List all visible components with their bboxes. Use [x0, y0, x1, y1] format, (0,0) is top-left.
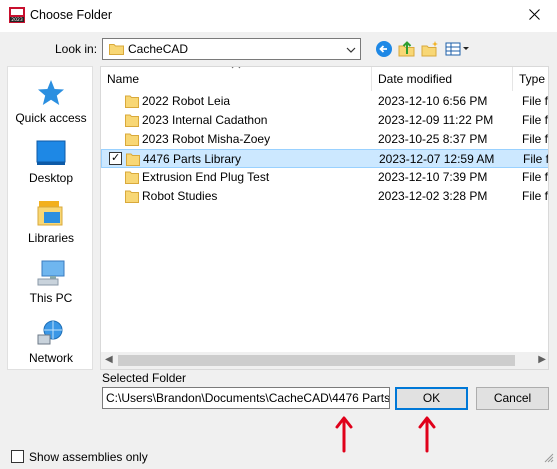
network-icon [8, 319, 94, 347]
horizontal-scrollbar[interactable]: ◀ ▶ [101, 352, 548, 369]
close-button[interactable] [511, 0, 557, 32]
places-bar: Quick access Desktop Libraries This PC N… [7, 66, 93, 370]
annotation-arrow-icon [417, 415, 437, 456]
folder-icon [125, 132, 139, 149]
column-header-date[interactable]: Date modified [372, 67, 513, 91]
file-list[interactable]: Name Date modified Type 2022 Robot Leia … [100, 66, 549, 370]
folder-date: 2023-12-09 11:22 PM [378, 113, 494, 127]
folder-row[interactable]: 2023 Robot Misha-Zoey 2023-10-25 8:37 PM… [101, 130, 549, 149]
folder-type: File fo [522, 170, 549, 184]
folder-type: File fo [522, 189, 549, 203]
window-title: Choose Folder [30, 8, 112, 22]
folder-name: 2022 Robot Leia [142, 94, 231, 108]
chevron-down-icon [346, 44, 356, 58]
place-label: Quick access [15, 111, 87, 125]
libraries-icon [8, 199, 94, 227]
folder-icon [125, 94, 139, 111]
folder-date: 2023-10-25 8:37 PM [378, 132, 488, 146]
show-assemblies-checkbox[interactable] [11, 450, 24, 463]
solidworks-2023-icon: 2023 [8, 6, 26, 24]
folder-icon [125, 170, 139, 187]
folder-row[interactable]: 2022 Robot Leia 2023-12-10 6:56 PM File … [101, 92, 549, 111]
view-menu-icon[interactable] [445, 40, 471, 58]
place-label: Network [28, 351, 73, 365]
ok-button[interactable]: OK [395, 387, 468, 410]
star-icon [8, 79, 94, 107]
folder-name: 2023 Robot Misha-Zoey [142, 132, 271, 146]
back-icon[interactable] [375, 40, 393, 58]
place-this-pc[interactable]: This PC [8, 259, 94, 305]
folder-icon [126, 152, 140, 169]
folder-icon [109, 43, 124, 58]
folder-name: Extrusion End Plug Test [142, 170, 270, 184]
place-label: Desktop [28, 171, 74, 185]
folder-row[interactable]: 2023 Internal Cadathon 2023-12-09 11:22 … [101, 111, 549, 130]
close-icon [528, 9, 540, 23]
svg-text:2023: 2023 [11, 17, 23, 23]
place-label: This PC [29, 291, 73, 305]
folder-date: 2023-12-02 3:28 PM [378, 189, 488, 203]
row-checkbox[interactable] [109, 151, 122, 165]
look-in-combo[interactable]: CacheCAD [102, 38, 361, 60]
place-libraries[interactable]: Libraries [8, 199, 94, 245]
folder-type: File fo [523, 152, 549, 166]
folder-date: 2023-12-10 7:39 PM [378, 170, 488, 184]
desktop-icon [8, 139, 94, 167]
place-label: Libraries [27, 231, 75, 245]
scroll-left-icon[interactable]: ◀ [105, 354, 113, 365]
folder-icon [125, 113, 139, 130]
folder-type: File fo [522, 113, 549, 127]
show-assemblies-label: Show assemblies only [29, 450, 148, 464]
folder-row[interactable]: Extrusion End Plug Test 2023-12-10 7:39 … [101, 168, 549, 187]
place-network[interactable]: Network [8, 319, 94, 365]
folder-name: 4476 Parts Library [143, 152, 242, 166]
selected-folder-field[interactable]: C:\Users\Brandon\Documents\CacheCAD\4476… [102, 387, 390, 409]
column-header-type[interactable]: Type [513, 67, 548, 91]
place-quick-access[interactable]: Quick access [8, 79, 94, 125]
look-in-value: CacheCAD [128, 42, 189, 56]
column-header-name[interactable]: Name [101, 67, 372, 91]
folder-row-selected[interactable]: 4476 Parts Library 2023-12-07 12:59 AM F… [101, 149, 549, 169]
folder-date: 2023-12-07 12:59 AM [379, 152, 495, 166]
new-folder-icon[interactable] [421, 40, 439, 58]
folder-date: 2023-12-10 6:56 PM [378, 94, 488, 108]
resize-grip-icon[interactable] [544, 452, 554, 466]
folder-name: 2023 Internal Cadathon [142, 113, 268, 127]
scrollbar-thumb[interactable] [118, 355, 515, 366]
folder-type: File fo [522, 94, 549, 108]
folder-row[interactable]: Robot Studies 2023-12-02 3:28 PM File fo [101, 187, 549, 206]
up-folder-icon[interactable] [398, 40, 416, 58]
computer-icon [8, 259, 94, 287]
place-desktop[interactable]: Desktop [8, 139, 94, 185]
title-bar: 2023 Choose Folder [0, 0, 557, 32]
folder-name: Robot Studies [142, 189, 218, 203]
folder-icon [125, 189, 139, 206]
annotation-arrow-icon [334, 415, 354, 456]
scroll-right-icon[interactable]: ▶ [538, 354, 546, 365]
cancel-button[interactable]: Cancel [476, 387, 549, 410]
folder-type: File fo [522, 132, 549, 146]
selected-folder-label: Selected Folder [102, 371, 187, 385]
look-in-label: Look in: [55, 42, 98, 56]
